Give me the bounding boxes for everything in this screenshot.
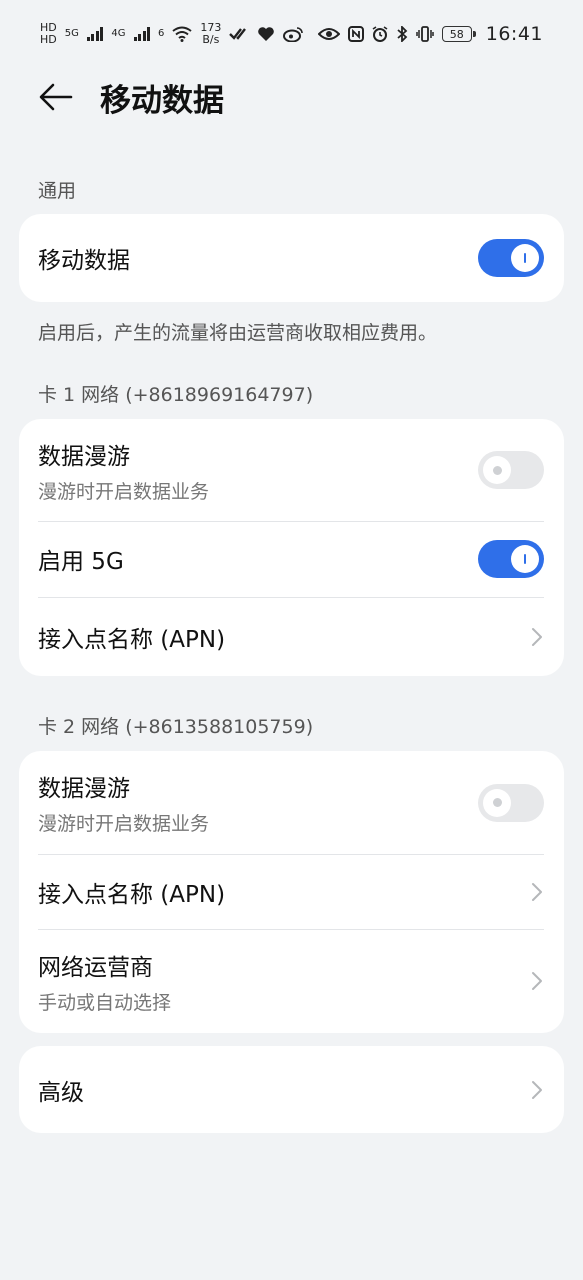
signal-icon-sim1 xyxy=(86,27,104,41)
card-general: 移动数据 xyxy=(19,214,564,302)
back-button[interactable] xyxy=(38,79,74,115)
row-sim2-roaming[interactable]: 数据漫游 漫游时开启数据业务 xyxy=(19,751,564,854)
sim2-roaming-title: 数据漫游 xyxy=(38,776,130,802)
wifi-icon xyxy=(172,26,192,42)
wifi-6-label: 6 xyxy=(158,28,165,39)
arrow-left-icon xyxy=(39,83,73,111)
bluetooth-icon xyxy=(397,26,408,42)
sim1-roaming-toggle[interactable] xyxy=(478,451,544,489)
row-sim2-apn[interactable]: 接入点名称 (APN) xyxy=(19,854,564,929)
card-advanced: 高级 xyxy=(19,1046,564,1133)
card-sim2: 数据漫游 漫游时开启数据业务 接入点名称 (APN) 网络运营商 手动或自动选择 xyxy=(19,751,564,1033)
sim1-5g-toggle[interactable] xyxy=(478,540,544,578)
eye-icon xyxy=(317,28,340,40)
toggle-knob xyxy=(483,456,511,484)
alarm-icon xyxy=(372,26,388,42)
mobile-data-note: 启用后，产生的流量将由运营商收取相应费用。 xyxy=(38,322,438,344)
weibo-icon xyxy=(283,27,304,42)
page-header: 移动数据 xyxy=(0,68,583,126)
status-time: 16:41 xyxy=(485,23,543,45)
double-check-icon xyxy=(229,28,247,40)
section-label-sim2: 卡 2 网络 (+8613588105759) xyxy=(38,716,314,738)
row-sim1-5g[interactable]: 启用 5G xyxy=(19,521,564,597)
status-bar-left: HD HD 5G 4G 6 173 B/s xyxy=(40,21,304,46)
chevron-right-icon xyxy=(532,627,542,646)
net-speed: 173 B/s xyxy=(200,22,221,46)
section-label-general: 通用 xyxy=(38,180,77,202)
net-speed-unit: B/s xyxy=(202,33,220,46)
heart-icon xyxy=(258,27,275,41)
hd-icon: HD HD xyxy=(40,21,57,46)
row-sim1-apn[interactable]: 接入点名称 (APN) xyxy=(19,597,564,676)
status-bar-right: 58 16:41 xyxy=(317,23,543,45)
vibrate-icon xyxy=(415,26,434,42)
row-sim1-roaming[interactable]: 数据漫游 漫游时开启数据业务 xyxy=(19,419,564,521)
chevron-right-icon xyxy=(532,1080,542,1099)
row-advanced[interactable]: 高级 xyxy=(19,1046,564,1133)
sim1-roaming-subtitle: 漫游时开启数据业务 xyxy=(38,480,210,503)
battery-icon: 58 xyxy=(441,26,476,42)
card-sim1: 数据漫游 漫游时开启数据业务 启用 5G 接入点名称 (APN) xyxy=(19,419,564,676)
toggle-knob xyxy=(511,244,539,272)
status-bar: HD HD 5G 4G 6 173 B/s 58 16:41 xyxy=(0,0,583,68)
sim2-operator-title: 网络运营商 xyxy=(38,954,153,981)
chevron-right-icon xyxy=(532,972,542,990)
mobile-data-toggle[interactable] xyxy=(478,239,544,277)
sim2-operator-subtitle: 手动或自动选择 xyxy=(38,991,172,1014)
advanced-title: 高级 xyxy=(38,1079,84,1106)
sim2-roaming-toggle[interactable] xyxy=(478,783,544,822)
nfc-icon xyxy=(347,26,364,42)
page-title: 移动数据 xyxy=(100,82,224,119)
sim1-roaming-title: 数据漫游 xyxy=(38,443,130,470)
signal-icon-sim2 xyxy=(133,27,150,41)
sim2-apn-title: 接入点名称 (APN) xyxy=(38,881,226,908)
row-sim2-operator[interactable]: 网络运营商 手动或自动选择 xyxy=(19,929,564,1033)
chevron-right-icon xyxy=(532,882,542,901)
toggle-knob xyxy=(511,545,539,573)
row-mobile-data[interactable]: 移动数据 xyxy=(19,214,564,302)
toggle-knob xyxy=(483,788,511,817)
mobile-data-label: 移动数据 xyxy=(38,248,130,274)
network-4g-label: 4G xyxy=(111,28,126,39)
section-label-sim1: 卡 1 网络 (+8618969164797) xyxy=(38,384,314,406)
network-5g-label: 5G xyxy=(64,28,79,39)
sim1-apn-title: 接入点名称 (APN) xyxy=(38,626,226,653)
sim2-roaming-subtitle: 漫游时开启数据业务 xyxy=(38,813,210,835)
sim1-5g-title: 启用 5G xyxy=(38,549,124,575)
